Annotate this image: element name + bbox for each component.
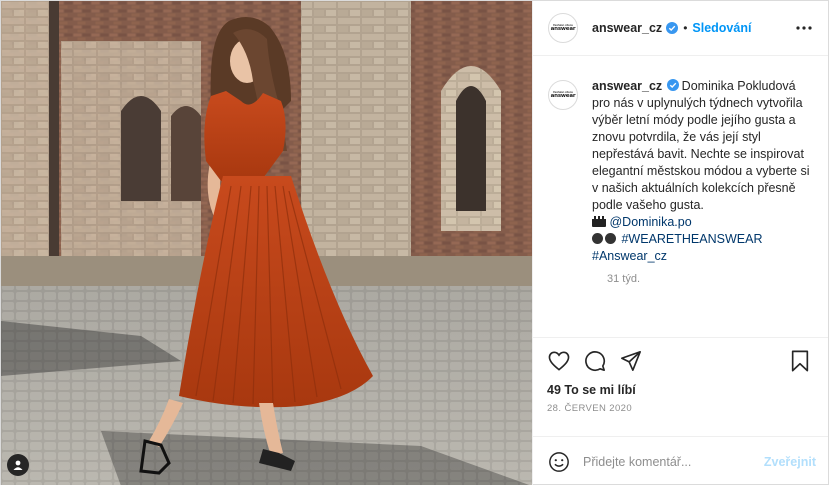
clapperboard-icon <box>592 216 606 227</box>
verified-badge-icon <box>666 79 679 91</box>
emoji-icon[interactable] <box>547 450 571 474</box>
post-date[interactable]: 28. ČERVEN 2020 <box>547 403 812 414</box>
hashtag-link[interactable]: #Answear_cz <box>592 249 667 263</box>
post-header: fashion store answear answear_cz • Sledo… <box>533 1 828 56</box>
header-username[interactable]: answear_cz <box>592 21 662 35</box>
comment-icon[interactable] <box>583 349 607 373</box>
user-tag-icon[interactable] <box>7 454 29 476</box>
caption-username[interactable]: answear_cz <box>592 79 662 93</box>
share-icon[interactable] <box>619 349 643 373</box>
verified-badge-icon <box>666 22 679 34</box>
caption-text: answear_cz Dominika Pokludová pro nás v … <box>592 78 812 265</box>
black-circle-icon <box>592 233 603 244</box>
instagram-post: fashion store answear answear_cz • Sledo… <box>0 0 829 485</box>
action-icons <box>547 344 812 378</box>
post-photo-image <box>1 1 532 485</box>
post-actions: 49 To se mi líbí 28. ČERVEN 2020 <box>533 337 828 432</box>
bookmark-icon[interactable] <box>788 349 812 373</box>
heart-icon[interactable] <box>547 349 571 373</box>
post-comment-button[interactable]: Zveřejnit <box>764 455 816 469</box>
avatar-logo: fashion store answear <box>550 90 576 100</box>
post-photo[interactable] <box>1 1 532 485</box>
black-circle-icon <box>605 233 616 244</box>
avatar[interactable]: fashion store answear <box>548 13 578 43</box>
caption-row: fashion store answear answear_cz Dominik… <box>548 78 812 265</box>
comment-input[interactable] <box>583 454 764 469</box>
avatar[interactable]: fashion store answear <box>548 80 578 110</box>
likes-count[interactable]: 49 To se mi líbí <box>547 383 812 397</box>
follow-button[interactable]: Sledování <box>692 21 751 35</box>
hashtag-link[interactable]: #WEARETHEANSWEAR <box>621 232 762 246</box>
avatar-logo-text: answear <box>550 25 576 32</box>
more-options-icon[interactable] <box>792 16 816 40</box>
comments-area: fashion store answear answear_cz Dominik… <box>533 56 828 337</box>
avatar-logo: fashion store answear <box>550 23 576 33</box>
mention-link[interactable]: @Dominika.po <box>609 215 691 229</box>
separator-dot: • <box>683 21 688 35</box>
avatar-logo-text: answear <box>550 92 576 99</box>
caption-time[interactable]: 31 týd. <box>607 273 812 285</box>
post-side-panel: fashion store answear answear_cz • Sledo… <box>532 1 828 485</box>
comment-form: Zveřejnit <box>533 436 828 485</box>
caption-body: Dominika Pokludová pro nás v uplynulých … <box>592 79 810 212</box>
